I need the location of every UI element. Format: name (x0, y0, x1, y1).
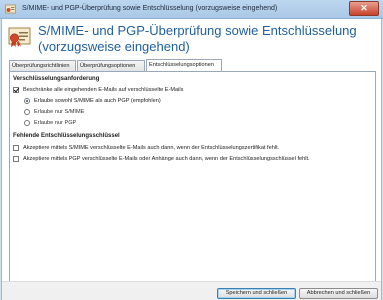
cancel-and-close-button[interactable]: Abbrechen und schließen (299, 288, 378, 299)
checkbox-label: Beschränke alle eingehenden E-Mails auf … (23, 87, 184, 93)
tab-verification-policies[interactable]: Überprüfungsrichtlinien (9, 60, 76, 71)
radio-button[interactable] (24, 108, 30, 115)
page-title: S/MIME- und PGP-Überprüfung sowie Entsch… (38, 23, 357, 54)
restrict-encrypted-checkbox[interactable]: Beschränke alle eingehenden E-Mails auf … (13, 86, 333, 94)
title-bar[interactable]: S/MIME- und PGP-Überprüfung sowie Entsch… (0, 0, 383, 19)
checkbox-box[interactable] (13, 144, 19, 151)
radio-button[interactable] (24, 119, 30, 126)
section-title-encryption-requirement: Verschlüsselungsanforderung (13, 76, 100, 82)
checkbox-box[interactable] (13, 86, 19, 93)
save-and-close-button[interactable]: Speichern und schließen (217, 288, 296, 299)
section-title-missing-keys: Fehlende Entschlüsselungsschlüssel (13, 133, 120, 139)
checkbox-label: Akzeptiere mittels S/MIME verschlüsselte… (23, 145, 280, 151)
radio-button[interactable] (24, 97, 30, 104)
accept-pgp-without-key-checkbox[interactable]: Akzeptiere mittels PGP verschlüsselte E-… (13, 155, 373, 163)
checkbox-box[interactable] (13, 155, 19, 162)
checkbox-label: Akzeptiere mittels PGP verschlüsselte E-… (23, 156, 310, 162)
dialog-footer: Speichern und schließen Abbrechen und sc… (2, 281, 381, 300)
close-button[interactable]: ✕ (349, 1, 379, 16)
accept-smime-without-cert-checkbox[interactable]: Akzeptiere mittels S/MIME verschlüsselte… (13, 144, 373, 152)
certificate-seal-icon (8, 27, 31, 47)
dialog-window: S/MIME- und PGP-Überprüfung sowie Entsch… (1, 19, 382, 300)
dialog-header: S/MIME- und PGP-Überprüfung sowie Entsch… (2, 19, 381, 59)
tab-verification-options[interactable]: Überprüfungsoptionen (77, 60, 145, 71)
tab-panel-decryption-options: Verschlüsselungsanforderung Beschränke a… (9, 71, 376, 291)
radio-allow-pgp-only[interactable]: Erlaube nur PGP (24, 119, 324, 127)
radio-label: Erlaube nur S/MIME (34, 109, 85, 115)
radio-label: Erlaube sowohl S/MIME als auch PGP (empf… (34, 98, 161, 104)
radio-allow-smime-and-pgp[interactable]: Erlaube sowohl S/MIME als auch PGP (empf… (24, 97, 324, 105)
tab-decryption-options[interactable]: Entschlüsselungsoptionen (146, 59, 222, 71)
window-title: S/MIME- und PGP-Überprüfung sowie Entsch… (22, 5, 278, 12)
radio-label: Erlaube nur PGP (34, 120, 77, 126)
radio-allow-smime-only[interactable]: Erlaube nur S/MIME (24, 108, 324, 116)
certificate-seal-icon (5, 4, 16, 14)
